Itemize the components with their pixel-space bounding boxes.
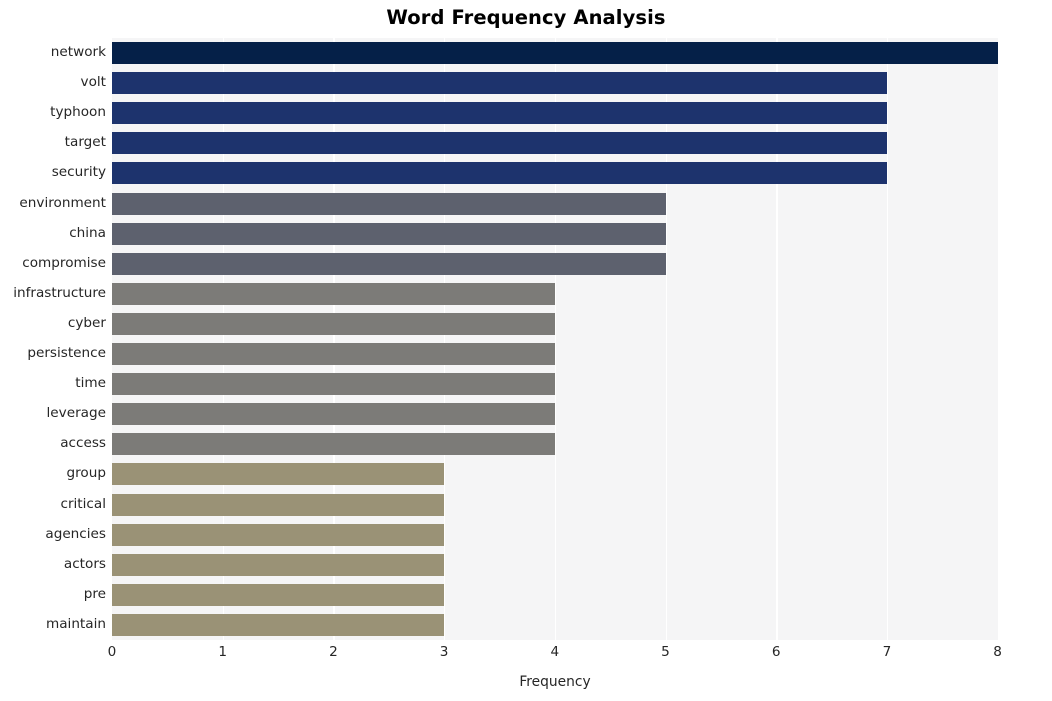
bar-row	[112, 399, 998, 429]
bar-row	[112, 610, 998, 640]
y-tick-label-network: network	[50, 44, 106, 61]
bar-row	[112, 98, 998, 128]
bar-row	[112, 339, 998, 369]
bar-row	[112, 189, 998, 219]
x-tick-label-3: 3	[439, 644, 449, 660]
y-tick-label-leverage: leverage	[46, 405, 106, 422]
y-tick-label-target: target	[64, 134, 106, 151]
word-frequency-chart: Word Frequency Analysis network volt typho…	[0, 0, 1052, 701]
bar-china	[112, 222, 666, 245]
bar-cyber	[112, 312, 555, 335]
y-tick-label-pre: pre	[83, 585, 106, 602]
bar-volt	[112, 72, 887, 95]
bar-persistence	[112, 343, 555, 366]
y-tick-label-critical: critical	[60, 495, 106, 512]
bar-row	[112, 459, 998, 489]
y-tick-label-actors: actors	[63, 555, 106, 572]
x-tick-label-7: 7	[882, 644, 892, 660]
y-tick-label-environment: environment	[19, 194, 106, 211]
x-tick-label-1: 1	[218, 644, 228, 660]
bar-network	[112, 42, 998, 65]
bar-environment	[112, 192, 666, 215]
y-tick-label-maintain: maintain	[45, 615, 106, 632]
bar-security	[112, 162, 887, 185]
bar-row	[112, 309, 998, 339]
x-tick-label-6: 6	[771, 644, 781, 660]
bar-leverage	[112, 403, 555, 426]
y-tick-label-time: time	[75, 375, 106, 392]
y-tick-label-persistence: persistence	[27, 345, 106, 362]
y-tick-label-agencies: agencies	[45, 525, 106, 542]
x-tick-label-5: 5	[661, 644, 670, 660]
bar-row	[112, 369, 998, 399]
y-tick-label-volt: volt	[80, 74, 106, 91]
x-tick-label-2: 2	[329, 644, 338, 660]
y-axis-tick-labels: network volt typhoon target security environm…	[0, 38, 106, 640]
bar-access	[112, 433, 555, 456]
y-tick-label-access: access	[60, 435, 106, 452]
y-tick-label-cyber: cyber	[67, 314, 106, 331]
bar-row	[112, 219, 998, 249]
bar-row	[112, 128, 998, 158]
x-axis-title: Frequency	[519, 674, 591, 690]
bar-target	[112, 132, 887, 155]
bar-maintain	[112, 613, 445, 636]
bar-row	[112, 490, 998, 520]
bar-row	[112, 158, 998, 188]
bar-row	[112, 279, 998, 309]
x-tick-label-8: 8	[993, 644, 1002, 660]
bar-row	[112, 429, 998, 459]
y-tick-label-security: security	[51, 164, 106, 181]
x-tick-label-4: 4	[550, 644, 560, 660]
bar-infrastructure	[112, 282, 555, 305]
y-tick-label-compromise: compromise	[22, 254, 106, 271]
bar-typhoon	[112, 102, 887, 125]
bar-row	[112, 38, 998, 68]
bar-time	[112, 373, 555, 396]
x-tick-label-0: 0	[107, 644, 117, 660]
bar-compromise	[112, 252, 666, 275]
x-axis-tick-labels: 0 1 2 3 4 5 6 7 8	[108, 644, 1002, 668]
bar-row	[112, 550, 998, 580]
bar-critical	[112, 493, 445, 516]
y-tick-label-group: group	[66, 465, 106, 482]
y-tick-label-typhoon: typhoon	[50, 104, 106, 121]
y-tick-label-china: china	[69, 224, 106, 241]
plot-area	[112, 38, 999, 640]
bar-actors	[112, 553, 445, 576]
bar-row	[112, 580, 998, 610]
bar-pre	[112, 583, 445, 606]
y-tick-label-infrastructure: infrastructure	[13, 284, 106, 301]
bar-group	[112, 463, 445, 486]
chart-title: Word Frequency Analysis	[386, 6, 666, 29]
bar-agencies	[112, 523, 445, 546]
bar-row	[112, 520, 998, 550]
bar-row	[112, 68, 998, 98]
bar-row	[112, 249, 998, 279]
